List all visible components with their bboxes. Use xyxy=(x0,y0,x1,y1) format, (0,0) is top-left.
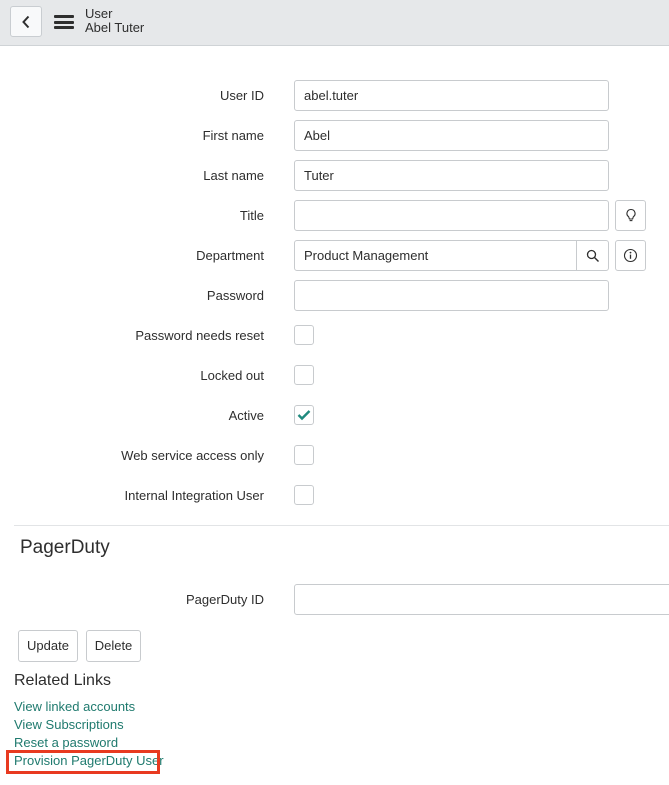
locked-out-label: Locked out xyxy=(200,368,264,383)
reset-password-link[interactable]: Reset a password xyxy=(14,735,118,751)
first-name-input[interactable]: Abel xyxy=(294,120,609,151)
user-id-input[interactable]: abel.tuter xyxy=(294,80,609,111)
password-needs-reset-label: Password needs reset xyxy=(135,328,264,343)
department-label: Department xyxy=(196,248,264,263)
pagerduty-id-label: PagerDuty ID xyxy=(185,592,264,607)
header-title: User Abel Tuter xyxy=(85,7,144,35)
pagerduty-id-input[interactable] xyxy=(294,584,669,615)
info-icon xyxy=(623,248,638,263)
password-row: Password xyxy=(0,280,669,312)
delete-button[interactable]: Delete xyxy=(86,630,141,662)
checkmark-icon xyxy=(297,410,311,421)
last-name-row: Last name Tuter xyxy=(0,160,669,192)
web-service-access-only-checkbox[interactable] xyxy=(294,445,314,465)
table-name: User xyxy=(85,6,113,21)
title-input[interactable] xyxy=(294,200,609,231)
highlight-box xyxy=(6,750,160,774)
password-needs-reset-checkbox[interactable] xyxy=(294,325,314,345)
active-label: Active xyxy=(228,408,264,423)
title-row: Title xyxy=(0,200,669,232)
internal-integration-user-checkbox[interactable] xyxy=(294,485,314,505)
view-subscriptions-link[interactable]: View Subscriptions xyxy=(14,717,124,733)
first-name-label: First name xyxy=(202,128,264,143)
password-input[interactable] xyxy=(294,280,609,311)
department-info-button[interactable] xyxy=(615,240,646,271)
active-checkbox[interactable] xyxy=(294,405,314,425)
back-button[interactable] xyxy=(10,6,42,37)
active-row: Active xyxy=(0,400,669,432)
view-linked-accounts-link[interactable]: View linked accounts xyxy=(14,699,135,715)
section-divider xyxy=(14,525,669,526)
password-label: Password xyxy=(206,288,264,303)
lightbulb-icon xyxy=(625,208,636,222)
locked-out-row: Locked out xyxy=(0,360,669,392)
pagerduty-section-title: PagerDuty xyxy=(20,537,110,558)
web-service-access-only-row: Web service access only xyxy=(0,440,669,472)
department-value: Product Management xyxy=(304,248,429,263)
user-id-row: User ID abel.tuter xyxy=(0,80,669,112)
internal-integration-user-row: Internal Integration User xyxy=(0,480,669,512)
update-button[interactable]: Update xyxy=(18,630,78,662)
first-name-row: First name Abel xyxy=(0,120,669,152)
locked-out-checkbox[interactable] xyxy=(294,365,314,385)
department-lookup-button[interactable] xyxy=(576,241,608,270)
internal-integration-user-label: Internal Integration User xyxy=(124,488,264,503)
chevron-left-icon xyxy=(22,15,30,28)
password-needs-reset-row: Password needs reset xyxy=(0,320,669,352)
suggestion-button[interactable] xyxy=(615,200,646,231)
last-name-label: Last name xyxy=(203,168,264,183)
title-label: Title xyxy=(239,208,264,223)
pagerduty-id-row: PagerDuty ID xyxy=(0,584,669,616)
search-icon xyxy=(586,249,599,262)
web-service-access-only-label: Web service access only xyxy=(121,448,264,463)
form-header: User Abel Tuter xyxy=(0,0,669,46)
related-links-title: Related Links xyxy=(14,672,111,689)
hamburger-menu-icon[interactable] xyxy=(54,15,74,29)
last-name-input[interactable]: Tuter xyxy=(294,160,609,191)
user-id-label: User ID xyxy=(219,88,264,103)
record-name: Abel Tuter xyxy=(85,20,145,35)
department-row: Department Product Management xyxy=(0,240,669,272)
department-input[interactable]: Product Management xyxy=(294,240,609,271)
